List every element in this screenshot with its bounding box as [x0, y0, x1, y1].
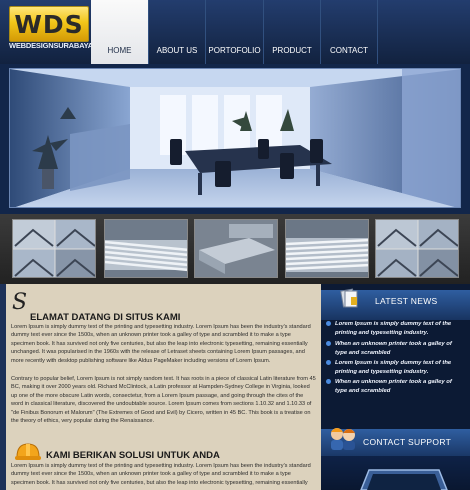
steel-pipes-photo [105, 220, 187, 277]
nav-about-us[interactable]: ABOUT US [149, 0, 205, 64]
computer-screen-icon [360, 469, 448, 490]
logo-text: WDS [14, 10, 84, 39]
nav-product[interactable]: PRODUCT [264, 0, 320, 64]
steel-structure-photo [376, 220, 458, 277]
news-item-text: When an unknown printer took a galley of… [335, 379, 452, 394]
news-item[interactable]: When an unknown printer took a galley of… [326, 378, 463, 395]
bullet-icon [326, 321, 331, 326]
logo[interactable]: WDS [9, 6, 89, 42]
thumbnail-4[interactable] [285, 219, 369, 278]
bullet-icon [326, 360, 331, 365]
latest-news-title: LATEST NEWS [375, 296, 438, 306]
news-item[interactable]: When an unknown printer took a galley of… [326, 340, 463, 357]
bullet-icon [326, 341, 331, 346]
steel-pipes-photo [286, 220, 368, 277]
hard-hat-icon [14, 440, 42, 464]
thumbnail-1[interactable] [12, 219, 96, 278]
news-item-text: Lorem Ipsum is simply dummy text of the … [335, 360, 452, 375]
bullet-icon [326, 379, 331, 384]
logo-tagline: WEBDESIGNSURABAYA [9, 41, 93, 50]
main-content: S ELAMAT DATANG DI SITUS KAMI Lorem Ipsu… [6, 284, 321, 490]
support-team-icon [327, 424, 359, 450]
welcome-drop-cap: S [12, 290, 28, 315]
steel-sheets-photo [195, 220, 277, 277]
nav-divider [377, 0, 378, 64]
support-area [321, 456, 470, 490]
news-item[interactable]: Lorem Ipsum is simply dummy text of the … [326, 320, 463, 337]
news-item[interactable]: Lorem Ipsum is simply dummy text of the … [326, 359, 463, 376]
news-item-text: Lorem Ipsum is simply dummy text of the … [335, 321, 452, 336]
page: WDS WEBDESIGNSURABAYA HOME ABOUT US PORT… [0, 0, 470, 490]
thumbnail-5[interactable] [375, 219, 459, 278]
thumbnail-2[interactable] [104, 219, 188, 278]
contact-support-title: CONTACT SUPPORT [363, 437, 452, 447]
nav-contact[interactable]: CONTACT [321, 0, 377, 64]
welcome-title: ELAMAT DATANG DI SITUS KAMI [30, 312, 181, 323]
news-item-text: When an unknown printer took a galley of… [335, 341, 452, 356]
hero-office-image [9, 68, 461, 208]
steel-structure-photo [13, 220, 95, 277]
welcome-paragraph-1: Lorem Ipsum is simply dummy text of the … [11, 324, 311, 364]
thumbnail-3[interactable] [194, 219, 278, 278]
nav-home[interactable]: HOME [91, 0, 148, 64]
solution-paragraph-1: Lorem Ipsum is simply dummy text of the … [11, 463, 311, 486]
welcome-paragraph-2: Contrary to popular belief, Lorem Ipsum … [11, 376, 316, 425]
nav-portofolio[interactable]: PORTOFOLIO [206, 0, 263, 64]
solution-title: KAMI BERIKAN SOLUSI UNTUK ANDA [46, 450, 220, 461]
header: WDS WEBDESIGNSURABAYA HOME ABOUT US PORT… [0, 0, 470, 64]
sidebar: LATEST NEWS Lorem Ipsum is simply dummy … [321, 284, 470, 490]
office-illustration [10, 69, 460, 207]
news-documents-icon [339, 286, 359, 310]
